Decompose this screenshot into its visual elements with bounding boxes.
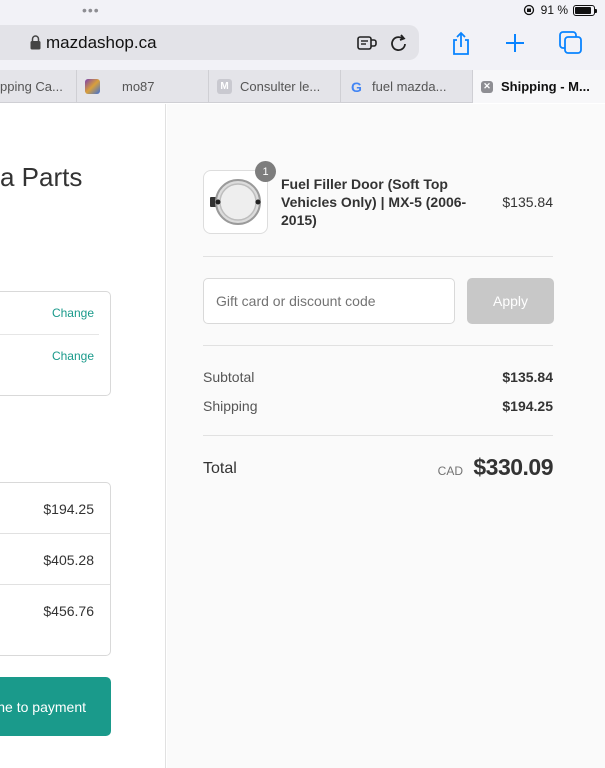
fuel-filler-door-image xyxy=(210,179,261,225)
tab-label: Shipping - M... xyxy=(501,79,590,94)
subtotal-value: $135.84 xyxy=(502,369,553,385)
shipping-option[interactable]: $456.76 xyxy=(0,585,110,655)
contact-shipping-review: Change Change xyxy=(0,291,111,396)
shipping-option[interactable]: $194.25 xyxy=(0,483,110,534)
shop-title: a Parts xyxy=(0,162,83,192)
battery-percentage: 91 % xyxy=(540,3,568,17)
shipping-option-price: $405.28 xyxy=(43,552,94,568)
discount-code-input[interactable] xyxy=(203,278,455,324)
battery-icon xyxy=(573,4,597,16)
tab-label: mo87 xyxy=(122,79,155,94)
shipping-label: Shipping xyxy=(203,398,258,414)
shipping-option-price: $194.25 xyxy=(43,501,94,517)
plus-icon[interactable] xyxy=(502,30,528,56)
divider xyxy=(203,435,553,436)
address-bar[interactable]: mazdashop.ca xyxy=(0,25,419,60)
change-contact-link[interactable]: Change xyxy=(52,306,94,320)
apply-button[interactable]: Apply xyxy=(467,278,554,324)
quantity-badge: 1 xyxy=(255,161,276,182)
divider xyxy=(203,256,553,257)
tab-label: pping Ca... xyxy=(0,79,63,94)
shipping-option-price: $456.76 xyxy=(43,603,94,619)
change-address-link[interactable]: Change xyxy=(52,349,94,363)
shipping-methods: $194.25 $405.28 $456.76 xyxy=(0,482,111,656)
total-value: $330.09 xyxy=(473,454,553,480)
shipping-option[interactable]: $405.28 xyxy=(0,534,110,585)
reader-mode-icon[interactable] xyxy=(356,33,378,53)
shipping-value: $194.25 xyxy=(502,398,553,414)
product-price: $135.84 xyxy=(502,194,553,210)
currency-code: CAD xyxy=(437,464,463,478)
status-bar: ••• 91 % xyxy=(0,0,605,22)
tab-google-fuel-mazda[interactable]: G fuel mazda... xyxy=(341,70,473,103)
tab-shipping-cart[interactable]: pping Ca... xyxy=(0,70,77,103)
product-name: Fuel Filler Door (Soft Top Vehicles Only… xyxy=(281,176,467,228)
google-favicon: G xyxy=(351,78,362,95)
close-icon[interactable]: ✕ xyxy=(481,80,493,93)
share-icon[interactable] xyxy=(448,30,474,56)
continue-to-payment-button[interactable]: ne to payment xyxy=(0,677,111,736)
tab-consulter[interactable]: M Consulter le... xyxy=(209,70,341,103)
browser-toolbar: mazdashop.ca xyxy=(0,22,605,70)
checkout-page: a Parts Change Change $194.25 $405.28 $4… xyxy=(0,104,605,768)
checkout-main: a Parts Change Change $194.25 $405.28 $4… xyxy=(0,104,166,768)
divider xyxy=(203,345,553,346)
tab-bar: pping Ca... mo87 M Consulter le... G fue… xyxy=(0,70,605,103)
status-indicators: 91 % xyxy=(522,3,597,17)
subtotal-label: Subtotal xyxy=(203,369,255,385)
reload-icon[interactable] xyxy=(389,32,409,54)
order-summary: 1 Fuel Filler Door (Soft Top Vehicles On… xyxy=(167,104,605,768)
orientation-lock-icon xyxy=(523,4,534,16)
total-label: Total xyxy=(203,460,237,477)
url-text: mazdashop.ca xyxy=(46,33,157,52)
tab-shipping-active[interactable]: ✕ Shipping - M... xyxy=(473,70,605,103)
image-favicon xyxy=(85,79,100,94)
tab-label: fuel mazda... xyxy=(372,79,447,94)
tab-label: Consulter le... xyxy=(240,79,321,94)
multitasking-dots[interactable]: ••• xyxy=(82,3,100,17)
divider xyxy=(0,334,99,335)
tab-mo87[interactable]: mo87 xyxy=(77,70,209,103)
tabs-icon[interactable] xyxy=(558,30,584,56)
m-favicon: M xyxy=(217,79,232,94)
lock-icon xyxy=(30,35,41,50)
